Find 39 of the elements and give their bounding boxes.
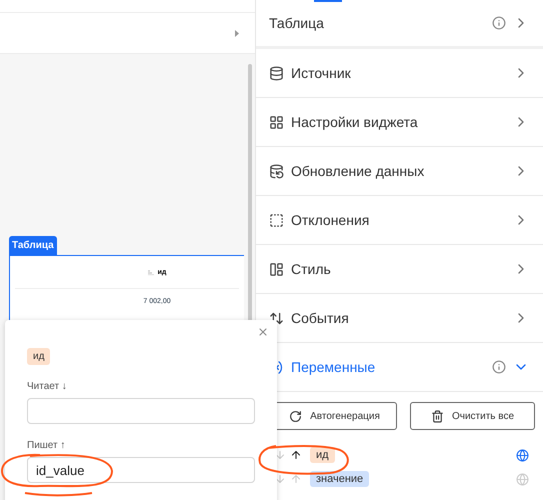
up-arrow-icon[interactable] bbox=[290, 449, 302, 461]
section-label: Стиль bbox=[291, 261, 332, 277]
section-row[interactable]: Настройки виджета bbox=[256, 98, 543, 147]
widget-tab[interactable]: Таблица bbox=[9, 236, 57, 255]
caret-icon[interactable] bbox=[235, 30, 239, 36]
section-row[interactable]: Отклонения bbox=[256, 196, 543, 245]
trash-icon bbox=[430, 410, 444, 422]
grid-icon bbox=[269, 114, 284, 130]
section-label: События bbox=[291, 310, 350, 326]
field-label: Пишет ↑ bbox=[27, 440, 66, 451]
variable-tag[interactable]: значение bbox=[310, 471, 370, 487]
panel-title: Таблица bbox=[269, 15, 325, 31]
info-icon[interactable] bbox=[492, 16, 506, 30]
writes-field[interactable]: id_value bbox=[27, 457, 255, 483]
dashed-square-icon bbox=[269, 212, 284, 228]
database-icon bbox=[269, 66, 284, 80]
reads-field[interactable] bbox=[27, 398, 255, 424]
section-label: Переменные bbox=[291, 359, 376, 375]
database-refresh-icon bbox=[269, 164, 284, 178]
close-icon[interactable] bbox=[257, 326, 269, 338]
variable-tag[interactable]: ид bbox=[310, 447, 335, 463]
section-label: Отклонения bbox=[291, 212, 370, 228]
section-label: Источник bbox=[291, 65, 352, 81]
up-down-arrows-icon bbox=[269, 310, 284, 326]
layout-icon bbox=[269, 262, 284, 276]
section-label: Настройки виджета bbox=[291, 114, 419, 130]
globe-icon[interactable] bbox=[516, 448, 529, 462]
down-arrow-icon[interactable] bbox=[274, 473, 286, 485]
refresh-icon bbox=[289, 410, 302, 422]
down-arrow-icon[interactable] bbox=[274, 449, 286, 461]
info-icon[interactable] bbox=[492, 360, 506, 374]
variable-tag: ид bbox=[27, 348, 50, 365]
field-label: Читает ↓ bbox=[27, 381, 68, 392]
sort-icon bbox=[148, 270, 154, 274]
section-row[interactable]: Стиль bbox=[256, 245, 543, 294]
section-row[interactable]: Источник bbox=[256, 49, 543, 98]
clear-button[interactable]: Очистить все bbox=[410, 402, 535, 430]
section-row[interactable]: Обновление данных bbox=[256, 147, 543, 196]
section-label: Обновление данных bbox=[291, 163, 426, 179]
